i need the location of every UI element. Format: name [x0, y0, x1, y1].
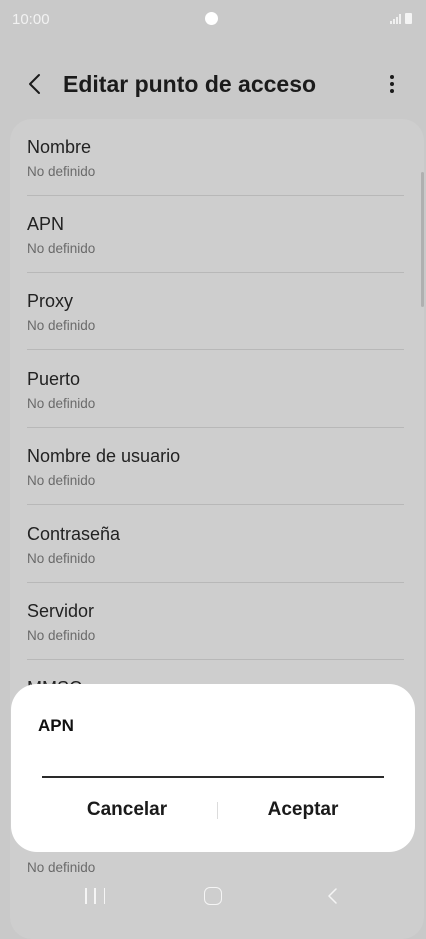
divider [27, 349, 404, 350]
item-label: Servidor [27, 601, 95, 621]
item-value: No definido [27, 396, 96, 411]
item-label: Nombre [27, 137, 92, 157]
scrollbar[interactable] [421, 172, 424, 307]
list-item-proxy[interactable]: Proxy No definido [10, 273, 404, 350]
more-vertical-icon [390, 75, 394, 93]
page-title: Editar punto de acceso [63, 71, 317, 97]
item-value: No definido [27, 473, 96, 488]
list-item-contrasena[interactable]: Contraseña No definido [10, 506, 404, 583]
chevron-left-icon [29, 74, 40, 94]
item-value: No definido [27, 318, 96, 333]
item-value: No definido [27, 628, 96, 643]
list-item-nombre[interactable]: Nombre No definido [10, 119, 404, 196]
signal-icon [390, 14, 401, 24]
list-item-servidor[interactable]: Servidor No definido [10, 583, 404, 660]
apn-dialog: APN Cancelar Aceptar [11, 684, 415, 852]
more-options-button[interactable] [382, 70, 402, 98]
navigation-bar [0, 868, 426, 923]
item-label: APN [27, 214, 65, 234]
battery-icon [405, 13, 412, 24]
app-bar: Editar punto de acceso [0, 60, 426, 108]
item-value: No definido [27, 241, 96, 256]
back-arrow-icon[interactable] [326, 887, 340, 905]
list-item-nombre-de-usuario[interactable]: Nombre de usuario No definido [10, 428, 404, 505]
recents-icon[interactable] [85, 888, 105, 904]
item-label: Nombre de usuario [27, 446, 181, 466]
accept-button[interactable]: Aceptar [207, 788, 399, 832]
list-item-puerto[interactable]: Puerto No definido [10, 351, 404, 428]
item-label: Contraseña [27, 524, 121, 544]
divider [27, 504, 404, 505]
cancel-button[interactable]: Cancelar [31, 788, 223, 832]
status-icons [390, 13, 412, 24]
item-value: No definido [27, 164, 96, 179]
list-item-apn[interactable]: APN No definido [10, 196, 404, 273]
home-icon[interactable] [204, 887, 222, 905]
back-button[interactable] [22, 70, 50, 98]
status-bar: 10:00 [0, 0, 426, 40]
item-value: No definido [27, 551, 96, 566]
camera-cutout [205, 12, 218, 25]
item-label: Proxy [27, 291, 74, 311]
status-time: 10:00 [12, 11, 50, 28]
item-label: Puerto [27, 369, 81, 389]
dialog-title: APN [38, 716, 74, 735]
apn-input[interactable] [42, 744, 384, 778]
